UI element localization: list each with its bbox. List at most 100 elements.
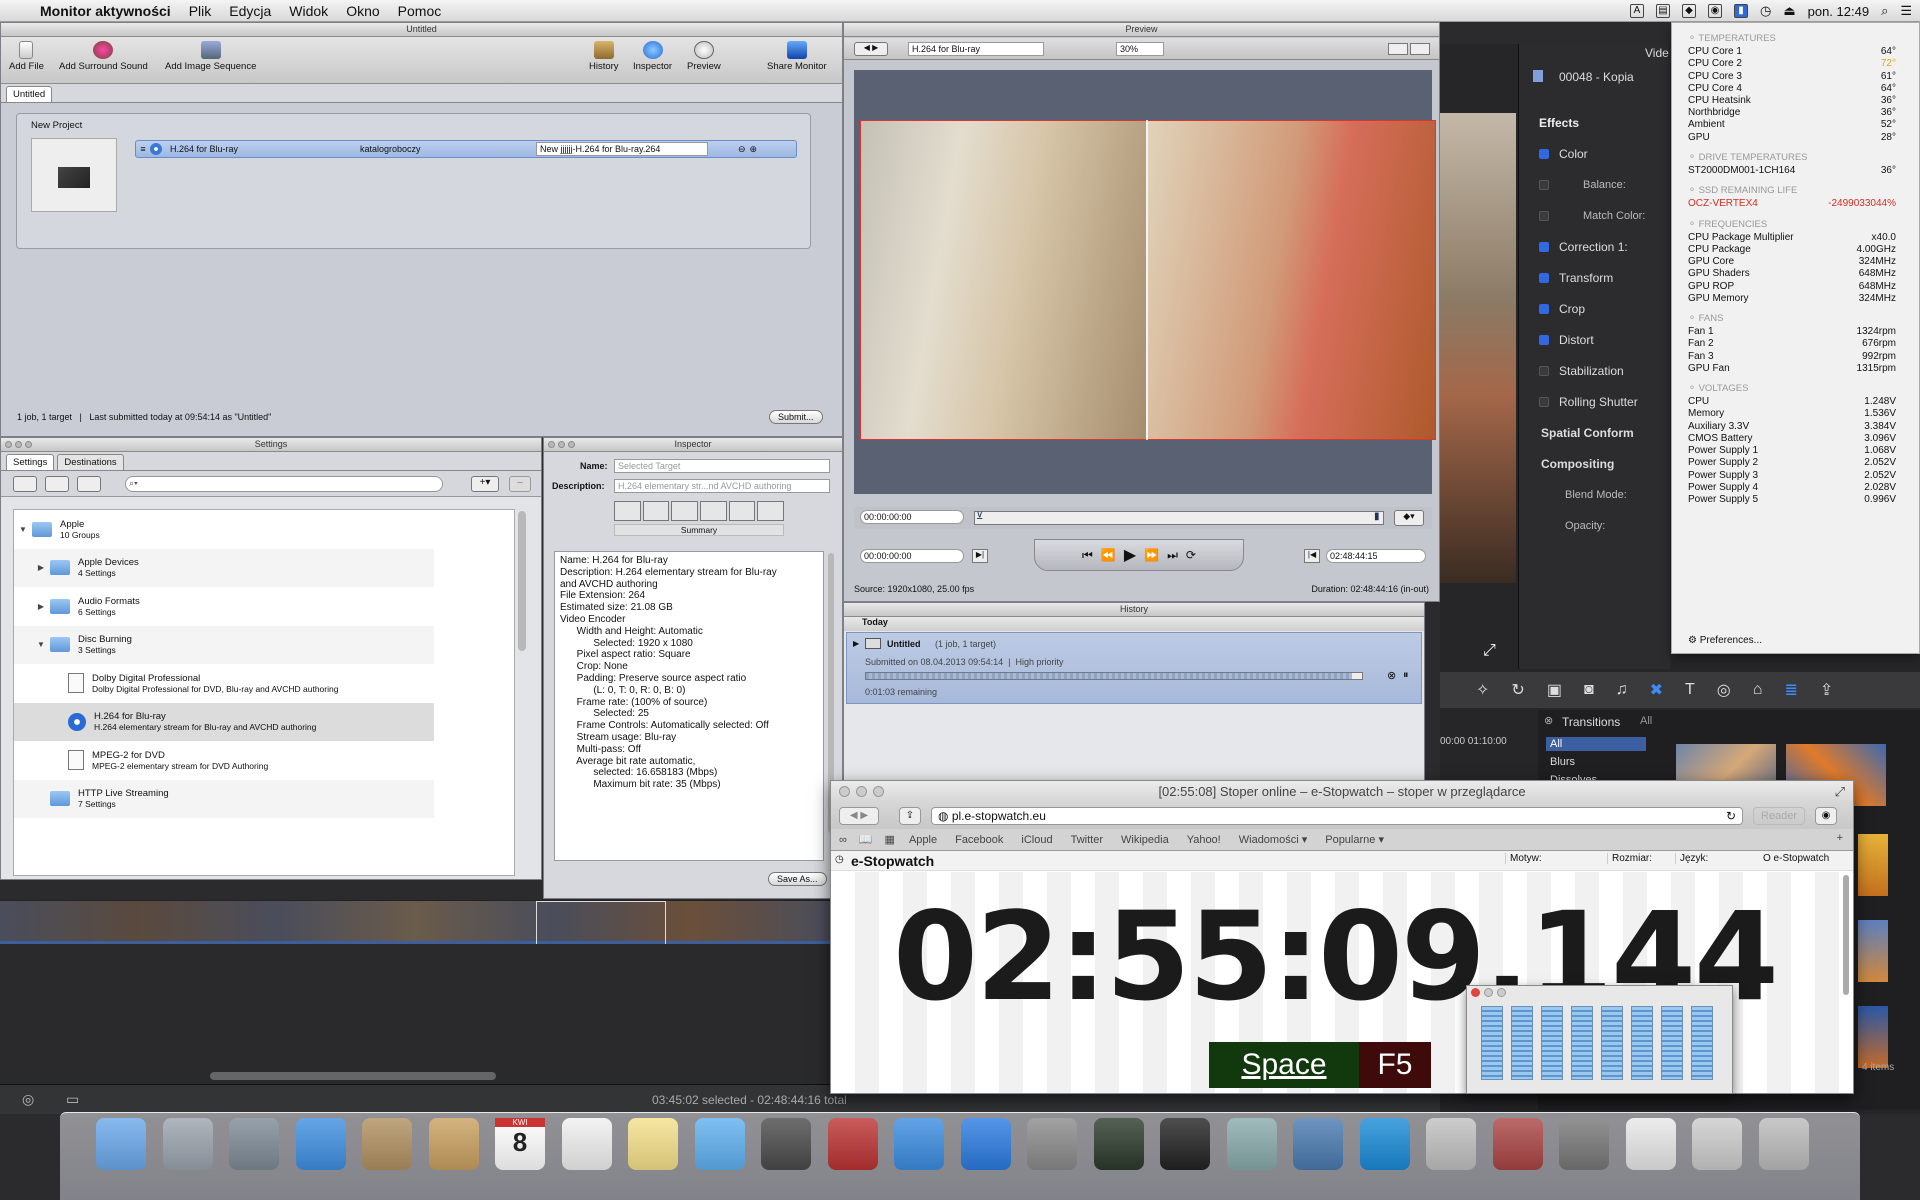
launchpad-icon[interactable] — [162, 1118, 213, 1170]
enable-checkbox-icon[interactable] — [1539, 335, 1549, 345]
set-out-icon[interactable]: |◀ — [1304, 549, 1320, 563]
fcp-effect-row[interactable]: Opacity: — [1533, 514, 1657, 538]
notification-center-icon[interactable]: ☰ — [1900, 3, 1912, 19]
remove-setting-icon[interactable]: − — [509, 476, 531, 492]
fcp-effect-row[interactable]: Transform — [1533, 266, 1657, 290]
space-key-button[interactable]: Space — [1209, 1042, 1359, 1088]
settings-search-input[interactable]: ⌕▾ — [125, 476, 443, 492]
job-output-field[interactable]: New jjjjjj-H.264 for Blu-ray.264 — [536, 142, 708, 156]
fullscreen-icon[interactable]: ⤢ — [1835, 781, 1845, 803]
reminders-icon[interactable] — [561, 1118, 612, 1170]
current-timecode[interactable]: 00:00:00:00 — [860, 510, 964, 524]
safari-window-controls[interactable] — [839, 786, 884, 797]
back-icon[interactable]: ◀ ▶ — [839, 807, 879, 825]
fcp-titles-icon[interactable]: T — [1685, 681, 1695, 699]
istat-menu-icon[interactable]: ▮ — [1733, 4, 1748, 18]
dvd-player-icon[interactable] — [827, 1118, 878, 1170]
clipboard-icon[interactable]: ▤ — [1655, 4, 1670, 18]
enable-checkbox-icon[interactable] — [1539, 397, 1549, 407]
bookmark-link[interactable]: Wiadomości ▾ — [1239, 833, 1307, 846]
job-destination[interactable]: katalogroboczy — [360, 144, 536, 154]
spotlight-icon[interactable]: ⌕ — [1881, 3, 1888, 19]
menu-help[interactable]: Pomoc — [398, 3, 442, 19]
fcp-clip-selected[interactable] — [536, 901, 666, 945]
out-point-icon[interactable]: ▮ — [1374, 511, 1380, 522]
job-target-row[interactable]: ≡ H.264 for Blu-ray katalogroboczy New j… — [135, 140, 797, 158]
fcp-effect-row[interactable]: Rolling Shutter — [1533, 390, 1657, 414]
filters-tab-icon[interactable] — [700, 501, 727, 521]
preview-setting-select[interactable]: H.264 for Blu-ray — [908, 42, 1044, 56]
reading-list-icon[interactable]: ∞ — [839, 834, 847, 846]
menu-view[interactable]: Widok — [289, 3, 328, 19]
go-start-icon[interactable]: ⏮ — [1082, 548, 1093, 563]
actions-tab-icon[interactable] — [757, 501, 785, 521]
adobe-icon[interactable]: A — [1629, 4, 1644, 18]
stack-icon[interactable] — [1692, 1118, 1742, 1170]
geometry-tab-icon[interactable] — [728, 501, 756, 521]
bookmark-link[interactable]: Popularne ▾ — [1325, 833, 1384, 846]
enable-checkbox-icon[interactable] — [1539, 211, 1549, 221]
activity-monitor-icon[interactable] — [1093, 1118, 1144, 1170]
image-capture-icon[interactable] — [229, 1118, 279, 1170]
play-button-icon[interactable]: ▶ — [1124, 545, 1136, 565]
fcp-effect-row[interactable]: Distort — [1533, 328, 1657, 352]
terminal-icon[interactable] — [1160, 1118, 1210, 1170]
split-divider[interactable] — [1146, 120, 1148, 440]
fcp-close-icon[interactable]: ⊗ — [1544, 714, 1553, 727]
fcp-category-all[interactable]: All — [1546, 737, 1646, 751]
add-setting-icon[interactable]: +▾ — [471, 476, 499, 492]
save-icon[interactable] — [45, 476, 69, 492]
settings-row[interactable]: ▼ Apple 10 Groups — [14, 510, 434, 548]
duplicate-icon[interactable] — [77, 476, 101, 492]
enable-checkbox-icon[interactable] — [1539, 366, 1549, 376]
full-view-icon[interactable] — [1410, 43, 1430, 55]
contacts-icon[interactable] — [428, 1118, 479, 1170]
menu-app-name[interactable]: Monitor aktywności — [40, 3, 171, 19]
app-store-icon[interactable] — [960, 1118, 1011, 1170]
fcp-effect-row[interactable]: Match Color: — [1533, 204, 1657, 228]
cancel-job-icon[interactable]: ⊗ — [1387, 669, 1396, 682]
bookmark-link[interactable]: Yahoo! — [1187, 834, 1221, 846]
istat-preferences[interactable]: ⚙ Preferences... — [1688, 635, 1762, 646]
settings-row[interactable]: ▶ Apple Devices 4 Settings — [14, 548, 434, 587]
fcp-effect-row[interactable]: Stabilization — [1533, 359, 1657, 383]
eject-icon[interactable]: ⏏ — [1783, 3, 1795, 19]
video-frame-right[interactable] — [1146, 120, 1436, 440]
messages-icon[interactable] — [694, 1118, 745, 1170]
loop-icon[interactable]: ⟳ — [1186, 548, 1196, 562]
fcp-effect-row[interactable]: Spatial Conform — [1533, 421, 1657, 445]
size-select[interactable]: Rozmiar: — [1607, 853, 1669, 864]
reader-button[interactable]: Reader — [1753, 807, 1805, 825]
settings-row[interactable]: ▶ Audio Formats 6 Settings — [14, 587, 434, 625]
settings-row[interactable]: MPEG-2 for DVD MPEG-2 elementary stream f… — [14, 741, 434, 779]
job-setting[interactable]: H.264 for Blu-ray — [170, 144, 360, 154]
fcp-transition-thumb[interactable] — [1858, 1006, 1888, 1068]
facetime-icon[interactable] — [761, 1118, 811, 1170]
fcp-inspector-icon[interactable]: ≣ — [1784, 680, 1797, 700]
fcp-music-icon[interactable]: ♫ — [1616, 681, 1628, 699]
settings-row[interactable]: HTTP Live Streaming 7 Settings — [14, 779, 434, 818]
language-select[interactable]: Język: — [1675, 853, 1735, 864]
scrubber-track[interactable] — [974, 511, 1384, 525]
project-thumbnail[interactable] — [31, 138, 117, 212]
inspector-name-field[interactable]: Selected Target — [614, 459, 830, 473]
site-name[interactable]: e-Stopwatch — [851, 853, 934, 869]
zoom-select[interactable]: 30% — [1116, 42, 1164, 56]
finder-icon[interactable] — [96, 1118, 146, 1170]
share-icon[interactable]: ⇪ — [899, 807, 921, 825]
disclosure-icon[interactable]: ▶ — [853, 639, 859, 648]
fcp-category-blurs[interactable]: Blurs — [1546, 755, 1579, 769]
out-timecode[interactable]: 02:48:44:15 — [1326, 549, 1426, 563]
disclosure-icon[interactable]: ▶ — [32, 602, 50, 611]
documents-icon[interactable] — [1625, 1118, 1676, 1170]
tab-settings[interactable]: Settings — [6, 454, 55, 470]
submit-button[interactable]: Submit... — [769, 410, 823, 424]
address-bar[interactable]: ◍ pl.e-stopwatch.eu ↻ — [931, 807, 1743, 825]
share-monitor-button[interactable]: Share Monitor — [767, 41, 827, 72]
marker-menu-icon[interactable]: ◆▾ — [1394, 510, 1424, 526]
in-point-icon[interactable]: ⊻ — [976, 511, 983, 522]
fcp-camera-icon[interactable]: ◙ — [1584, 681, 1594, 699]
istat-icon[interactable] — [1293, 1118, 1343, 1170]
settings-row[interactable]: Dolby Digital Professional Dolby Digital … — [14, 664, 434, 702]
compressor-icon[interactable] — [1559, 1118, 1609, 1170]
